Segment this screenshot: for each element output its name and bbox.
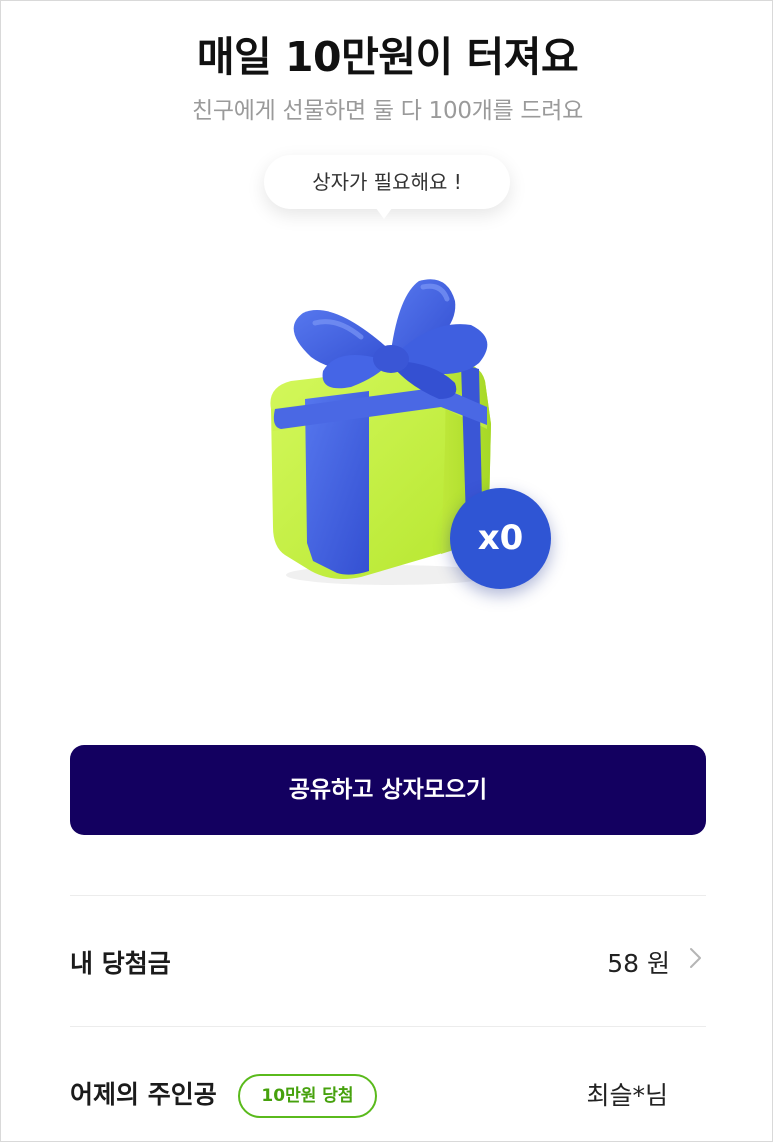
my-winnings-row[interactable]: 내 당첨금 58 원 xyxy=(70,896,706,1026)
gift-count-badge: x0 xyxy=(450,488,551,589)
prize-badge: 10만원 당첨 xyxy=(238,1074,377,1118)
my-winnings-value: 58 원 xyxy=(607,949,670,978)
share-collect-button[interactable]: 공유하고 상자모으기 xyxy=(70,745,706,835)
chevron-right-icon xyxy=(690,948,701,968)
speech-bubble-tail xyxy=(373,204,395,219)
divider xyxy=(70,1026,706,1027)
yesterday-winner-label: 어제의 주인공 xyxy=(70,1080,217,1109)
page-subtitle: 친구에게 선물하면 둘 다 100개를 드려요 xyxy=(192,98,583,124)
speech-bubble: 상자가 필요해요 ! xyxy=(264,155,510,209)
page-title: 매일 10만원이 터져요 xyxy=(196,33,579,81)
event-page: 매일 10만원이 터져요 친구에게 선물하면 둘 다 100개를 드려요 상자가… xyxy=(0,0,773,1142)
winner-name: 최슬*님 xyxy=(586,1081,668,1110)
my-winnings-label: 내 당첨금 xyxy=(70,949,171,978)
